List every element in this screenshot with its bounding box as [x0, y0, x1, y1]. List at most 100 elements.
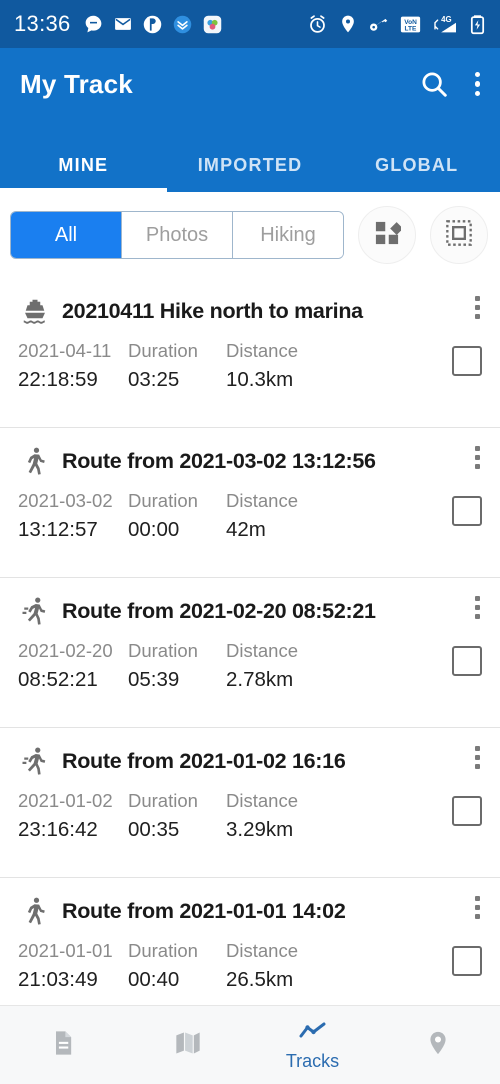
row-date: 2021-01-02: [18, 790, 113, 811]
app-bar-top: My Track: [0, 48, 500, 120]
meta-distance: Distance 2.78km: [226, 638, 298, 695]
status-left-icons: [83, 14, 223, 35]
row-meta: 2021-03-02 13:12:57 Duration 00:00 Dista…: [18, 488, 486, 545]
row-overflow-menu-icon[interactable]: [475, 296, 480, 319]
row-checkbox[interactable]: [452, 496, 482, 526]
row-overflow-menu-icon[interactable]: [475, 596, 480, 619]
email-icon: [113, 14, 133, 34]
row-time: 22:18:59: [18, 367, 98, 391]
row-title: 20210411 Hike north to marina: [62, 298, 363, 323]
document-icon: [49, 1029, 77, 1062]
bottom-navigation: Tracks: [0, 1005, 500, 1084]
duration-value: 03:25: [128, 367, 180, 391]
app-bar-actions: [419, 69, 480, 99]
row-meta: 2021-01-02 23:16:42 Duration 00:35 Dista…: [18, 788, 486, 845]
nav-item-documents[interactable]: [0, 1006, 125, 1084]
distance-label: Distance: [226, 940, 298, 961]
distance-label: Distance: [226, 340, 298, 361]
row-checkbox[interactable]: [452, 946, 482, 976]
row-overflow-menu-icon[interactable]: [475, 896, 480, 919]
row-title-line: Route from 2021-01-01 14:02: [18, 888, 486, 926]
distance-label: Distance: [226, 490, 298, 511]
table-row[interactable]: 20210411 Hike north to marina 2021-04-11…: [0, 278, 500, 428]
row-title-line: Route from 2021-02-20 08:52:21: [18, 588, 486, 626]
row-time: 08:52:21: [18, 667, 98, 691]
duration-label: Duration: [128, 790, 198, 811]
table-row[interactable]: Route from 2021-03-02 13:12:56 2021-03-0…: [0, 428, 500, 578]
tracks-chart-icon: [298, 1019, 328, 1048]
shapes-icon: [373, 219, 404, 252]
svg-text:4G: 4G: [441, 14, 451, 23]
row-title: Route from 2021-01-02 16:16: [62, 748, 346, 773]
row-title: Route from 2021-02-20 08:52:21: [62, 598, 376, 623]
row-title-line: 20210411 Hike north to marina: [18, 288, 486, 326]
row-checkbox[interactable]: [452, 646, 482, 676]
filter-photos-button[interactable]: Photos: [121, 212, 232, 258]
vpn-key-icon: [368, 14, 389, 35]
duration-value: 00:40: [128, 967, 180, 991]
ferry-icon: [18, 296, 52, 326]
page-title: My Track: [20, 68, 133, 99]
overflow-menu-icon[interactable]: [474, 71, 480, 97]
row-title-line: Route from 2021-03-02 13:12:56: [18, 438, 486, 476]
duration-label: Duration: [128, 490, 198, 511]
meta-duration: Duration 03:25: [128, 338, 226, 395]
tab-imported-label: IMPORTED: [197, 155, 303, 175]
running-icon: [18, 746, 52, 776]
message-bubble-icon: [83, 14, 104, 35]
app-screen: 13:36 VoN LTE 4G My Track MINE IMPORTED …: [0, 0, 500, 1084]
meta-date: 2021-01-01 21:03:49: [18, 938, 128, 995]
tab-mine[interactable]: MINE: [0, 120, 167, 192]
download-chevron-icon: [172, 14, 193, 35]
app-color-icon: [202, 14, 223, 35]
app-circle-icon: [142, 14, 163, 35]
volte-icon: VoN LTE: [399, 14, 422, 35]
meta-distance: Distance 3.29km: [226, 788, 298, 845]
distance-value: 42m: [226, 517, 266, 541]
nav-item-map[interactable]: [125, 1006, 250, 1084]
row-title-line: Route from 2021-01-02 16:16: [18, 738, 486, 776]
shapes-button[interactable]: [358, 206, 416, 264]
row-meta: 2021-02-20 08:52:21 Duration 05:39 Dista…: [18, 638, 486, 695]
nav-item-tracks[interactable]: Tracks: [250, 1006, 375, 1084]
selection-box-button[interactable]: [430, 206, 488, 264]
filter-hiking-button[interactable]: Hiking: [232, 212, 343, 258]
table-row[interactable]: Route from 2021-01-01 14:02 2021-01-01 2…: [0, 878, 500, 1005]
table-row[interactable]: Route from 2021-01-02 16:16 2021-01-02 2…: [0, 728, 500, 878]
filter-segmented-control: All Photos Hiking: [10, 211, 344, 259]
status-clock: 13:36: [14, 11, 71, 36]
meta-date: 2021-01-02 23:16:42: [18, 788, 128, 845]
nav-item-location[interactable]: [375, 1006, 500, 1084]
tab-global[interactable]: GLOBAL: [333, 120, 500, 192]
distance-value: 2.78km: [226, 667, 294, 691]
filter-bar: All Photos Hiking: [0, 192, 500, 278]
search-icon[interactable]: [419, 69, 449, 99]
row-overflow-menu-icon[interactable]: [475, 746, 480, 769]
duration-label: Duration: [128, 340, 198, 361]
row-checkbox[interactable]: [452, 346, 482, 376]
row-date: 2021-01-01: [18, 940, 113, 961]
alarm-clock-icon: [307, 14, 328, 35]
battery-icon: [469, 14, 486, 35]
location-pin-icon: [424, 1029, 452, 1062]
meta-date: 2021-04-11 22:18:59: [18, 338, 128, 395]
selection-box-icon: [445, 219, 473, 252]
distance-value: 26.5km: [226, 967, 294, 991]
filter-all-button[interactable]: All: [11, 212, 121, 258]
status-right-icons: VoN LTE 4G: [307, 14, 486, 35]
row-date: 2021-04-11: [18, 340, 112, 361]
meta-distance: Distance 42m: [226, 488, 298, 545]
table-row[interactable]: Route from 2021-02-20 08:52:21 2021-02-2…: [0, 578, 500, 728]
running-icon: [18, 596, 52, 626]
walking-icon: [18, 446, 52, 476]
svg-text:VoN: VoN: [404, 18, 417, 25]
nav-item-tracks-label: Tracks: [285, 1050, 340, 1071]
svg-text:LTE: LTE: [405, 25, 418, 32]
meta-duration: Duration 00:40: [128, 938, 226, 995]
tab-imported[interactable]: IMPORTED: [167, 120, 334, 192]
row-checkbox[interactable]: [452, 796, 482, 826]
row-overflow-menu-icon[interactable]: [475, 446, 480, 469]
distance-value: 3.29km: [226, 817, 294, 841]
row-title: Route from 2021-01-01 14:02: [62, 898, 346, 923]
meta-distance: Distance 26.5km: [226, 938, 298, 995]
